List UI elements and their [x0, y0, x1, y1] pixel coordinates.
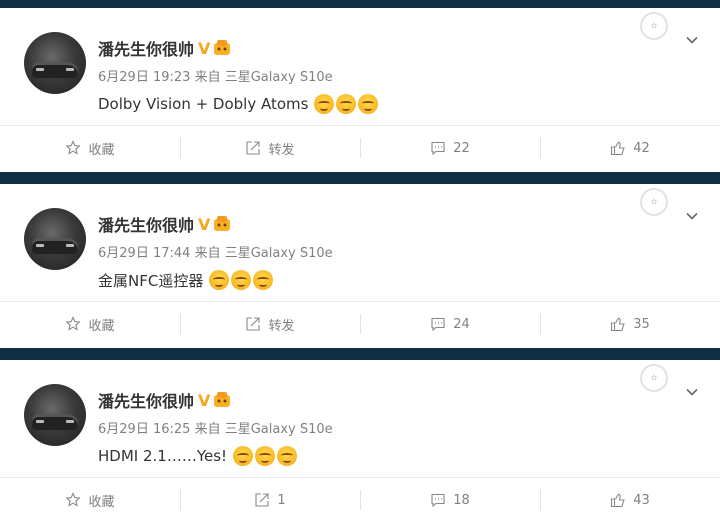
author-row: 潘先生你很帅 V: [98, 212, 231, 236]
post-content-row: Dolby Vision + Dobly Atoms: [98, 92, 379, 116]
repost-label: 转发: [268, 318, 295, 334]
favorite-button[interactable]: 收藏: [0, 478, 180, 519]
repost-button[interactable]: 1: [180, 478, 360, 519]
comment-count: 24: [453, 316, 470, 332]
post-meta: 6月29日 17:44 来自 三星Galaxy S10e: [98, 242, 333, 261]
verified-badge-icon: V: [198, 390, 211, 410]
like-button[interactable]: 43: [540, 478, 720, 519]
vip-level-icon: [214, 216, 231, 231]
repost-button[interactable]: 转发: [180, 126, 360, 170]
smile-emoji-icon: [209, 270, 230, 290]
verified-badge-icon: V: [198, 38, 211, 58]
post-content-row: 金属NFC遥控器: [98, 268, 274, 292]
smile-emoji-icon: [314, 94, 335, 114]
favorite-label: 收藏: [88, 142, 115, 158]
weibo-post: ✿ 潘先生你很帅 V 6月29日 16:25 来自 三星Galaxy S10e …: [0, 360, 720, 519]
star-icon: [65, 140, 82, 155]
comment-count: 18: [453, 492, 470, 508]
comment-button[interactable]: 18: [360, 478, 540, 519]
post-time[interactable]: 6月29日 19:23: [98, 70, 190, 85]
post-content: HDMI 2.1……Yes!: [98, 447, 228, 465]
avatar[interactable]: [24, 384, 86, 446]
like-count: 42: [633, 140, 650, 156]
vip-level-icon: [214, 40, 231, 55]
author-row: 潘先生你很帅 V: [98, 36, 231, 60]
comment-button[interactable]: 22: [360, 126, 540, 170]
repost-label: 转发: [268, 142, 295, 158]
like-button[interactable]: 42: [540, 126, 720, 170]
smile-emoji-icon: [255, 446, 276, 466]
favorite-label: 收藏: [88, 494, 115, 510]
avatar[interactable]: [24, 208, 86, 270]
verified-badge-icon: V: [198, 214, 211, 234]
chevron-down-icon[interactable]: [686, 210, 698, 222]
vip-level-icon: [214, 392, 231, 407]
post-source: 三星Galaxy S10e: [224, 70, 333, 85]
smile-emoji-icon: [231, 270, 252, 290]
post-content: Dolby Vision + Dobly Atoms: [98, 95, 309, 113]
comment-count: 22: [453, 140, 470, 156]
like-count: 35: [633, 316, 650, 332]
weibo-post: ✿ 潘先生你很帅 V 6月29日 17:44 来自 三星Galaxy S10e …: [0, 184, 720, 348]
action-bar: 收藏 转发 24 35: [0, 302, 720, 346]
smile-emoji-icon: [336, 94, 357, 114]
smile-emoji-icon: [358, 94, 379, 114]
repost-button[interactable]: 转发: [180, 302, 360, 346]
chevron-down-icon[interactable]: [686, 34, 698, 46]
share-icon: [246, 141, 261, 155]
like-button[interactable]: 35: [540, 302, 720, 346]
star-icon: [65, 316, 82, 331]
smile-emoji-icon: [233, 446, 254, 466]
thumbs-up-icon: [611, 141, 625, 156]
source-prefix: 来自: [194, 422, 221, 437]
action-bar: 收藏 1 18 43: [0, 478, 720, 519]
action-bar: 收藏 转发 22 42: [0, 126, 720, 170]
post-time[interactable]: 6月29日 16:25: [98, 422, 190, 437]
post-content: 金属NFC遥控器: [98, 271, 204, 290]
share-icon: [255, 493, 269, 507]
post-meta: 6月29日 19:23 来自 三星Galaxy S10e: [98, 66, 333, 85]
comment-icon: [431, 317, 445, 332]
watermark-icon: ✿: [640, 364, 668, 392]
source-prefix: 来自: [194, 246, 221, 261]
favorite-button[interactable]: 收藏: [0, 126, 180, 170]
comment-icon: [431, 141, 445, 156]
source-prefix: 来自: [194, 70, 221, 85]
watermark-icon: ✿: [640, 12, 668, 40]
author-row: 潘先生你很帅 V: [98, 388, 231, 412]
share-icon: [246, 317, 261, 331]
smile-emoji-icon: [277, 446, 298, 466]
comment-icon: [431, 493, 445, 508]
chevron-down-icon[interactable]: [686, 386, 698, 398]
weibo-post: ✿ 潘先生你很帅 V 6月29日 19:23 来自 三星Galaxy S10e …: [0, 8, 720, 172]
author-name[interactable]: 潘先生你很帅: [98, 388, 194, 412]
post-time[interactable]: 6月29日 17:44: [98, 246, 190, 261]
comment-button[interactable]: 24: [360, 302, 540, 346]
post-source: 三星Galaxy S10e: [224, 422, 333, 437]
favorite-label: 收藏: [88, 318, 115, 334]
post-content-row: HDMI 2.1……Yes!: [98, 444, 298, 468]
thumbs-up-icon: [611, 493, 625, 508]
favorite-button[interactable]: 收藏: [0, 302, 180, 346]
watermark-icon: ✿: [640, 188, 668, 216]
author-name[interactable]: 潘先生你很帅: [98, 212, 194, 236]
post-meta: 6月29日 16:25 来自 三星Galaxy S10e: [98, 418, 333, 437]
like-count: 43: [633, 492, 650, 508]
smile-emoji-icon: [253, 270, 274, 290]
repost-count: 1: [277, 492, 286, 508]
author-name[interactable]: 潘先生你很帅: [98, 36, 194, 60]
thumbs-up-icon: [611, 317, 625, 332]
post-source: 三星Galaxy S10e: [224, 246, 333, 261]
star-icon: [65, 492, 82, 507]
avatar[interactable]: [24, 32, 86, 94]
